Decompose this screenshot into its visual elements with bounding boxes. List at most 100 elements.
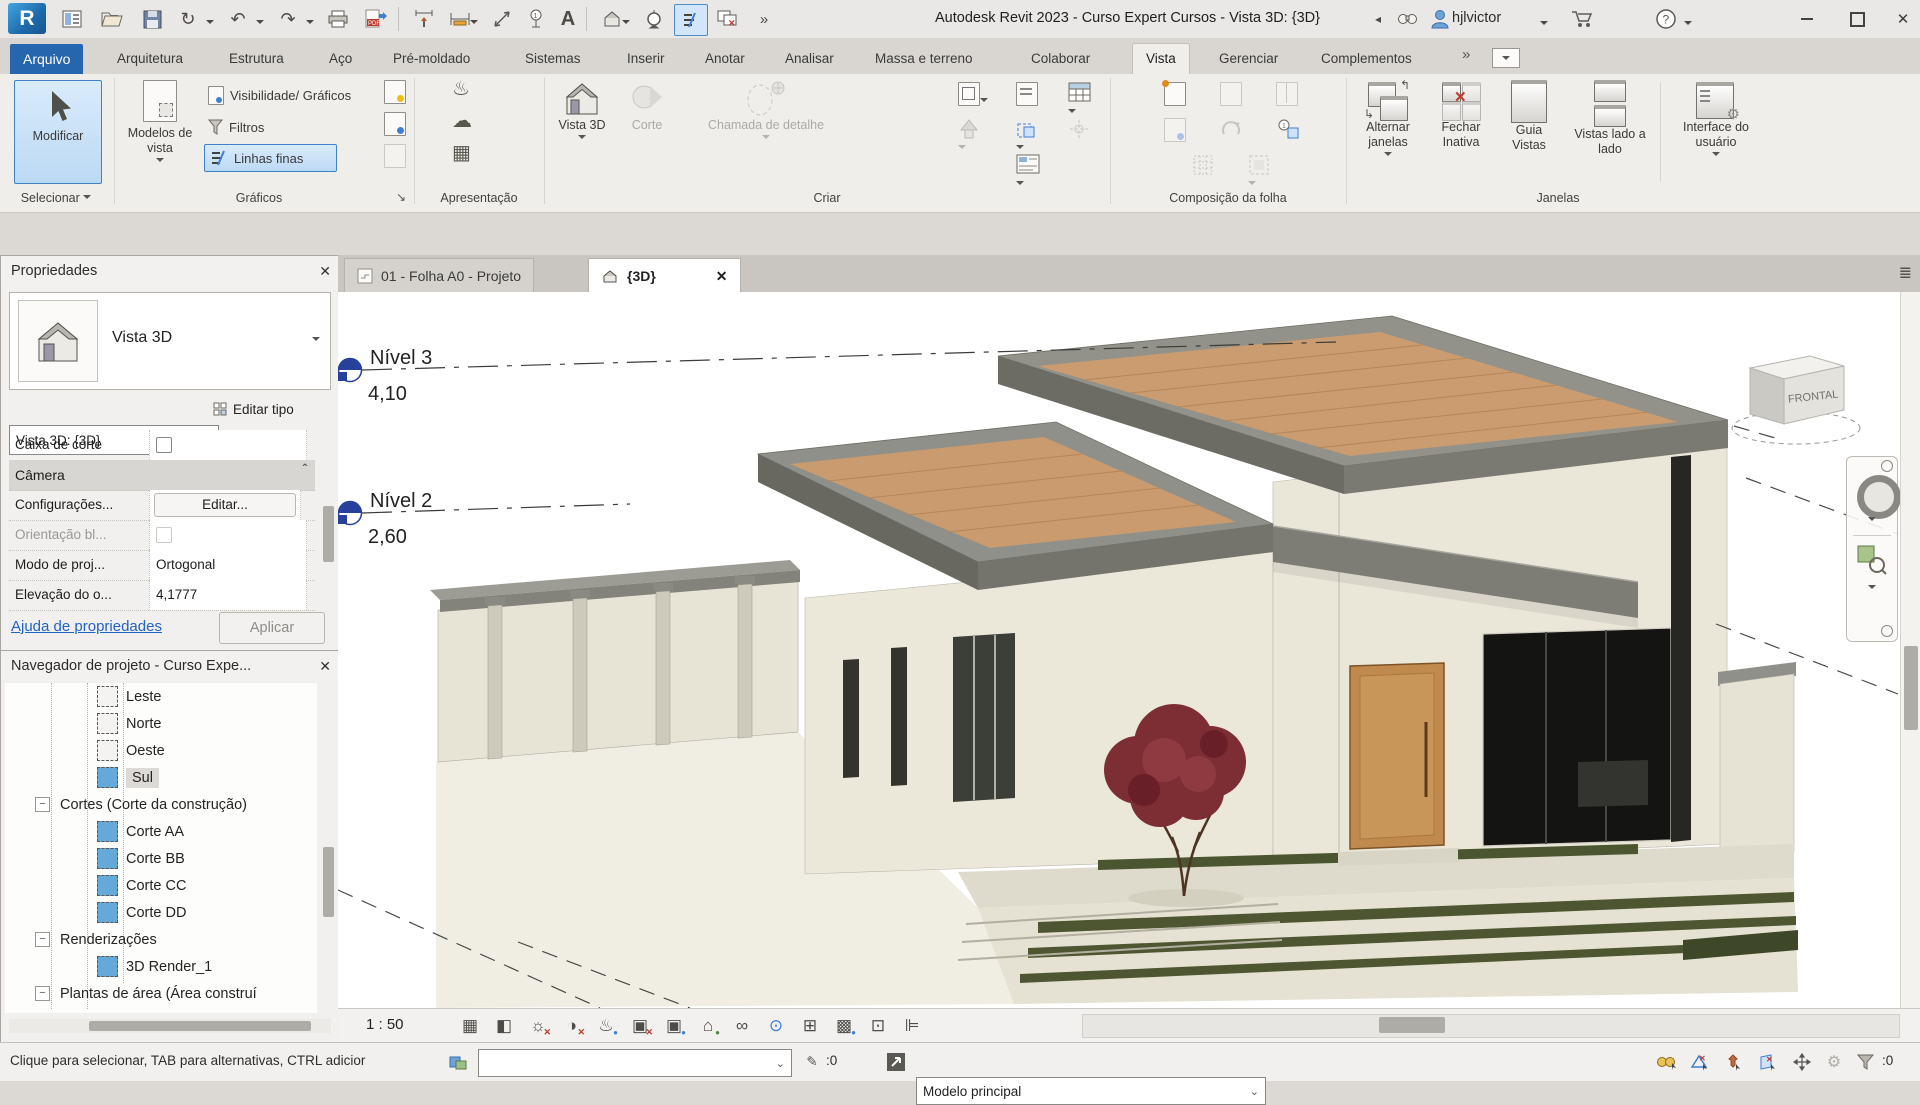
guide-grid-icon[interactable]: [1192, 154, 1214, 176]
close-icon[interactable]: ✕: [319, 651, 331, 681]
tree-group-plantas-de-area[interactable]: −Plantas de área (Área construí: [5, 980, 317, 1007]
dimension-dropdown-icon[interactable]: [470, 20, 478, 28]
tree-item-3d-render-1[interactable]: 3D Render_1: [5, 953, 317, 980]
elevation-marker-frontal[interactable]: FRONTAL: [1732, 356, 1860, 444]
visual-style-icon[interactable]: ◧: [490, 1013, 518, 1039]
tab-gerenciar[interactable]: Gerenciar: [1206, 44, 1291, 74]
help-icon[interactable]: ?: [1650, 4, 1682, 34]
tree-item-leste[interactable]: Leste: [5, 683, 317, 710]
tab-analisar[interactable]: Analisar: [772, 44, 847, 74]
panel-label-composicao[interactable]: Composição da folha: [1110, 188, 1346, 208]
user-interface-button[interactable]: ⚙ Interface do usuário: [1668, 80, 1764, 160]
3d-view-dropdown-icon[interactable]: [622, 20, 630, 28]
tree-item-corte-bb[interactable]: Corte BB: [5, 845, 317, 872]
reveal-hidden-elements-icon[interactable]: ⊙: [762, 1013, 790, 1039]
design-options-icon[interactable]: [884, 1051, 908, 1073]
save-icon[interactable]: [136, 4, 168, 34]
drafting-view-icon[interactable]: [1016, 82, 1038, 111]
user-name[interactable]: hjlvictor: [1452, 10, 1501, 26]
tree-group-renderizacoes[interactable]: −Renderizações: [5, 926, 317, 953]
plan-views-icon[interactable]: [958, 82, 988, 111]
close-hidden-windows-icon[interactable]: ✕: [712, 4, 744, 34]
browser-scrollbar-vertical[interactable]: [323, 847, 334, 917]
thin-lines-icon[interactable]: [674, 4, 708, 36]
tree-item-norte[interactable]: Norte: [5, 710, 317, 737]
editable-elements-icon[interactable]: ✎: [800, 1051, 824, 1073]
export-pdf-icon[interactable]: PDF: [360, 4, 392, 34]
new-sheet-icon[interactable]: [1164, 82, 1186, 111]
tab-3d-view[interactable]: {3D} ✕: [588, 258, 741, 293]
selection-gear-icon[interactable]: ⚙: [1822, 1051, 1846, 1073]
apply-button[interactable]: Aplicar: [219, 612, 325, 644]
tab-sistemas[interactable]: Sistemas: [512, 44, 594, 74]
select-links-icon[interactable]: [1654, 1051, 1678, 1073]
panel-label-apresentacao[interactable]: Apresentação: [414, 188, 544, 208]
worksets-combo[interactable]: ⌄: [478, 1049, 792, 1077]
displacement-sets-icon[interactable]: ⊡: [864, 1013, 892, 1039]
tile-views-button[interactable]: Vistas lado a lado: [1564, 80, 1656, 157]
tab-complementos[interactable]: Complementos: [1308, 44, 1425, 74]
tree-item-corte-aa[interactable]: Corte AA: [5, 818, 317, 845]
panel-label-criar[interactable]: Criar: [544, 188, 1110, 208]
redo-dropdown-icon[interactable]: [306, 20, 314, 28]
zoom-icon[interactable]: [1857, 545, 1887, 575]
revisions-icon[interactable]: [1220, 118, 1242, 140]
view-reference-icon[interactable]: [1276, 82, 1298, 111]
undo-dropdown-icon[interactable]: [256, 20, 264, 28]
redo-icon[interactable]: ↷: [272, 4, 304, 34]
insert-from-file-icon[interactable]: [1164, 118, 1186, 147]
navbar-options-icon[interactable]: [1881, 625, 1893, 637]
properties-help-link[interactable]: Ajuda de propriedades: [11, 618, 162, 635]
panel-label-selecionar[interactable]: Selecionar: [0, 188, 112, 208]
analytical-model-icon[interactable]: ⊞: [796, 1013, 824, 1039]
checkbox[interactable]: [156, 437, 172, 453]
filters-button[interactable]: Filtros: [208, 114, 264, 140]
zoom-dropdown-icon[interactable]: [1868, 585, 1876, 593]
drag-elements-on-selection-icon[interactable]: [1790, 1051, 1814, 1073]
close-icon[interactable]: ✕: [319, 256, 331, 286]
shadows-icon[interactable]: ◑✕: [558, 1013, 586, 1039]
property-row[interactable]: Caixa de corte: [9, 430, 315, 461]
property-row[interactable]: Elevação do o... 4,1777: [9, 580, 315, 611]
tab-aco[interactable]: Aço: [316, 44, 365, 74]
help-dropdown-icon[interactable]: [1684, 21, 1692, 29]
modify-button[interactable]: Modificar: [14, 80, 102, 184]
collapse-icon[interactable]: −: [35, 932, 50, 947]
crop-region-visibility-icon[interactable]: ▣●: [660, 1013, 688, 1039]
crop-view-icon[interactable]: ▣✕: [626, 1013, 654, 1039]
edit-type-button[interactable]: Editar tipo: [213, 395, 331, 423]
show-graphics-2-icon[interactable]: [384, 112, 406, 141]
show-graphics-1-icon[interactable]: [384, 80, 406, 109]
app-store-cart-icon[interactable]: [1566, 4, 1598, 34]
temporary-hide-isolate-icon[interactable]: ∞: [728, 1013, 756, 1039]
tab-anotar[interactable]: Anotar: [692, 44, 758, 74]
tab-views-button[interactable]: Guia Vistas: [1498, 80, 1560, 153]
navbar-menu-icon[interactable]: [1881, 460, 1893, 472]
measure-icon[interactable]: [408, 4, 440, 34]
user-dropdown-icon[interactable]: [1540, 21, 1548, 29]
sheet-number-icon[interactable]: 1: [1276, 118, 1300, 140]
tab-massa-e-terreno[interactable]: Massa e terreno: [862, 44, 986, 74]
3d-viewport[interactable]: Nível 3 4,10 Nível 2 2,60 FRONTAL: [338, 292, 1900, 1008]
select-pinned-elements-icon[interactable]: [1722, 1051, 1746, 1073]
title-block-icon[interactable]: [1220, 82, 1242, 111]
collapse-icon[interactable]: −: [35, 986, 50, 1001]
type-dropdown-icon[interactable]: [312, 337, 320, 345]
select-underlay-elements-icon[interactable]: ✕: [1688, 1051, 1712, 1073]
tab-vista[interactable]: Vista: [1132, 43, 1190, 74]
print-icon[interactable]: [322, 4, 354, 34]
text-tool-icon[interactable]: A: [552, 4, 584, 34]
section-button[interactable]: Corte: [618, 80, 676, 133]
viewport-scrollbar-horizontal[interactable]: [1082, 1014, 1900, 1038]
duplicate-view-icon[interactable]: [1016, 118, 1040, 158]
tab-arquitetura[interactable]: Arquitetura: [104, 44, 196, 74]
property-row[interactable]: Orientação bl...: [9, 520, 315, 551]
locked-3d-view-icon[interactable]: ⌂●: [694, 1013, 722, 1039]
panel-label-graficos[interactable]: Gráficos: [114, 188, 404, 208]
tab-pre-moldado[interactable]: Pré-moldado: [380, 44, 483, 74]
tag-icon[interactable]: 1: [520, 4, 552, 34]
design-options-combo[interactable]: Modelo principal⌄: [916, 1077, 1266, 1105]
graficos-expander-icon[interactable]: ↘: [396, 190, 406, 204]
tree-item-sul[interactable]: Sul: [5, 764, 317, 791]
worksets-icon[interactable]: [446, 1051, 470, 1073]
